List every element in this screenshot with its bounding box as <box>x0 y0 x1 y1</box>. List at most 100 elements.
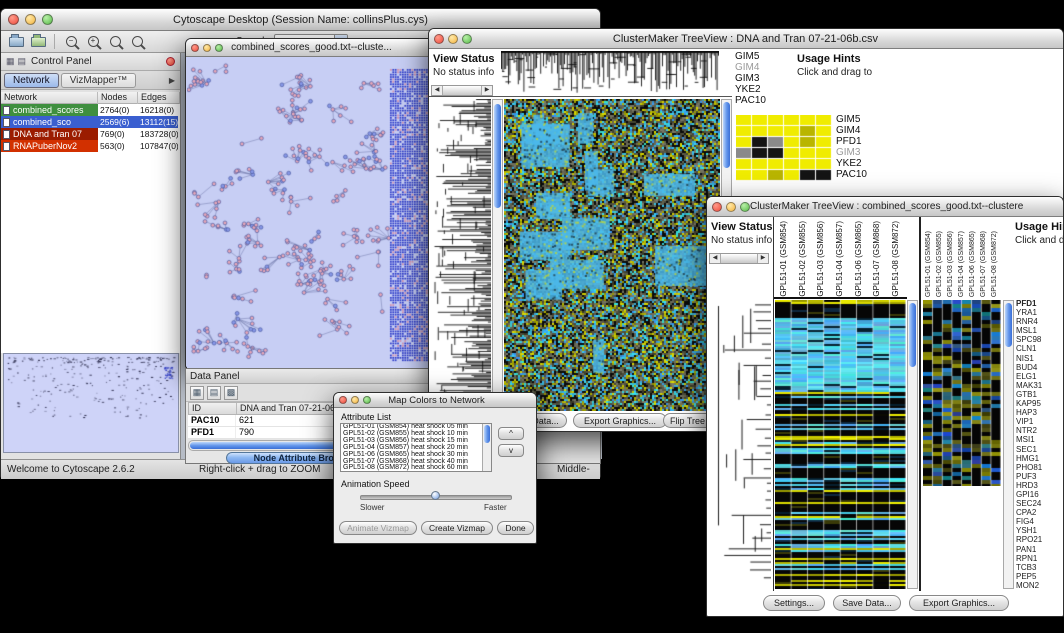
gene-label[interactable]: RNR4 <box>1016 317 1063 326</box>
close-icon[interactable] <box>434 34 444 44</box>
close-icon[interactable] <box>8 14 19 25</box>
birdseye-canvas[interactable] <box>4 354 178 452</box>
network-window-titlebar[interactable]: combined_scores_good.txt--cluste... <box>186 39 434 57</box>
treeview1-titlebar[interactable]: ClusterMaker TreeView : DNA and Tran 07-… <box>429 29 1063 49</box>
vscroll-thumb[interactable] <box>909 303 916 367</box>
gene-label[interactable]: PHO81 <box>1016 463 1063 472</box>
done-button[interactable]: Done <box>497 521 534 535</box>
attribute-matrix-icon[interactable]: ▤ <box>207 386 221 400</box>
gene-label[interactable]: SEC1 <box>1016 445 1063 454</box>
gene-label[interactable]: GTB1 <box>1016 390 1063 399</box>
gene-label[interactable]: HMG1 <box>1016 454 1063 463</box>
birdseye-view[interactable] <box>3 353 179 453</box>
gene-label[interactable]: PEP5 <box>1016 572 1063 581</box>
gene-label[interactable]: GPI16 <box>1016 490 1063 499</box>
gene-label[interactable]: MSL1 <box>1016 326 1063 335</box>
column-label[interactable]: GIM3 <box>735 73 766 84</box>
gene-label[interactable]: YRA1 <box>1016 308 1063 317</box>
slider-thumb[interactable] <box>431 491 440 500</box>
minimize-icon[interactable] <box>203 44 211 52</box>
selection-heatmap-canvas[interactable] <box>923 300 1001 486</box>
zoom-fit-button[interactable] <box>106 33 124 51</box>
scroll-right-icon[interactable]: ▶ <box>758 254 768 263</box>
dialog-titlebar[interactable]: Map Colors to Network <box>334 393 536 408</box>
listbox-vscrollbar[interactable] <box>482 424 491 471</box>
column-label[interactable]: GPL51-02 (GSM855) <box>794 220 813 297</box>
gene-label[interactable]: TCB3 <box>1016 563 1063 572</box>
minimize-icon[interactable] <box>448 34 458 44</box>
gene-label[interactable]: KAP95 <box>1016 399 1063 408</box>
selection-label[interactable]: YKE2 <box>836 158 867 169</box>
gene-label[interactable]: FIG4 <box>1016 517 1063 526</box>
column-label[interactable]: GIM4 <box>735 62 766 73</box>
tab-vizmapper[interactable]: VizMapper™ <box>61 73 137 88</box>
scroll-track[interactable] <box>442 86 482 95</box>
dendrogram-hscrollbar[interactable]: ◀ ▶ <box>431 85 493 96</box>
close-icon[interactable] <box>339 396 347 404</box>
dendrogram-hscrollbar[interactable]: ◀ ▶ <box>709 253 769 264</box>
heatmap-canvas[interactable] <box>504 99 720 411</box>
dock-panel-icon[interactable]: ▤ <box>18 57 27 66</box>
column-label[interactable]: PAC10 <box>735 95 766 106</box>
move-down-button[interactable]: v <box>498 444 524 457</box>
selection-label[interactable]: PFD1 <box>836 136 867 147</box>
selection-label[interactable]: GIM3 <box>836 147 867 158</box>
gene-label[interactable]: HRD3 <box>1016 481 1063 490</box>
tab-network[interactable]: Network <box>4 73 59 88</box>
gene-label[interactable]: SPC98 <box>1016 335 1063 344</box>
row-dendrogram-canvas[interactable] <box>711 300 771 589</box>
export-graphics-button[interactable]: Export Graphics... <box>573 413 667 428</box>
close-icon[interactable] <box>712 202 722 212</box>
column-label[interactable]: GPL51-01 (GSM854) <box>923 220 934 297</box>
dendrogram-vscrollbar[interactable] <box>492 99 503 411</box>
column-label[interactable]: GPL51-04 (GSM857) <box>956 220 967 297</box>
scroll-left-icon[interactable]: ◀ <box>710 254 720 263</box>
network-row[interactable]: DNA and Tran 07 769(0) 183728(0) <box>1 128 180 140</box>
attribute-listbox[interactable]: GPL51-01 (GSM854) heat shock 05 minGPL51… <box>340 423 492 472</box>
gene-label[interactable]: PUF3 <box>1016 472 1063 481</box>
selection-vscrollbar[interactable] <box>1003 300 1014 589</box>
gene-label[interactable]: MON2 <box>1016 581 1063 590</box>
close-panel-icon[interactable] <box>166 57 175 66</box>
move-up-button[interactable]: ^ <box>498 427 524 440</box>
gene-label[interactable]: CLN1 <box>1016 344 1063 353</box>
column-header-nodes[interactable]: Nodes <box>98 92 138 104</box>
attribute-item[interactable]: GPL51-08 (GSM872) heat shock 60 min <box>341 465 491 472</box>
vscroll-thumb[interactable] <box>1005 303 1012 347</box>
maximize-icon[interactable] <box>215 44 223 52</box>
network-row[interactable]: RNAPuberNov2 563(0) 107847(0) <box>1 140 180 152</box>
maximize-icon[interactable] <box>42 14 53 25</box>
vscroll-thumb[interactable] <box>723 102 730 168</box>
column-label[interactable]: GPL51-07 (GSM868) <box>868 220 887 297</box>
column-label[interactable]: GPL51-06 (GSM865) <box>967 220 978 297</box>
create-vizmap-button[interactable]: Create Vizmap <box>421 521 493 535</box>
column-header-edges[interactable]: Edges <box>138 92 180 104</box>
column-dendrogram-canvas[interactable] <box>501 51 719 95</box>
column-label[interactable]: YKE2 <box>735 84 766 95</box>
gene-label[interactable]: PFD1 <box>1016 299 1063 308</box>
scroll-left-icon[interactable]: ◀ <box>432 86 442 95</box>
column-label[interactable]: GPL51-02 (GSM855) <box>934 220 945 297</box>
column-label[interactable]: GPL51-08 (GSM872) <box>887 220 906 297</box>
vscroll-thumb[interactable] <box>484 425 490 443</box>
column-header-network[interactable]: Network <box>1 92 98 104</box>
row-dendrogram-canvas[interactable] <box>431 99 491 411</box>
gene-label[interactable]: BUD4 <box>1016 363 1063 372</box>
settings-button[interactable]: Settings... <box>763 595 825 611</box>
gene-label[interactable]: MAK31 <box>1016 381 1063 390</box>
gene-label[interactable]: MSI1 <box>1016 435 1063 444</box>
animate-vizmap-button[interactable]: Animate Vizmap <box>339 521 417 535</box>
selection-label[interactable]: GIM4 <box>836 125 867 136</box>
treeview2-titlebar[interactable]: ClusterMaker TreeView : combined_scores_… <box>707 197 1063 217</box>
attribute-table-icon[interactable]: ▦ <box>190 386 204 400</box>
heatmap-canvas[interactable] <box>775 300 906 589</box>
column-label[interactable]: GPL51-03 (GSM856) <box>945 220 956 297</box>
gene-label[interactable]: YSH1 <box>1016 526 1063 535</box>
maximize-icon[interactable] <box>740 202 750 212</box>
export-graphics-button[interactable]: Export Graphics... <box>909 595 1009 611</box>
network-row[interactable]: combined_sco 2569(6) 13112(15) <box>1 116 180 128</box>
save-data-button[interactable]: Save Data... <box>833 595 901 611</box>
network-row[interactable]: combined_scores 2764(0) 16218(0) <box>1 104 180 116</box>
selection-heatmap-canvas[interactable] <box>736 115 832 181</box>
column-label[interactable]: GPL51-08 (GSM872) <box>989 220 1000 297</box>
